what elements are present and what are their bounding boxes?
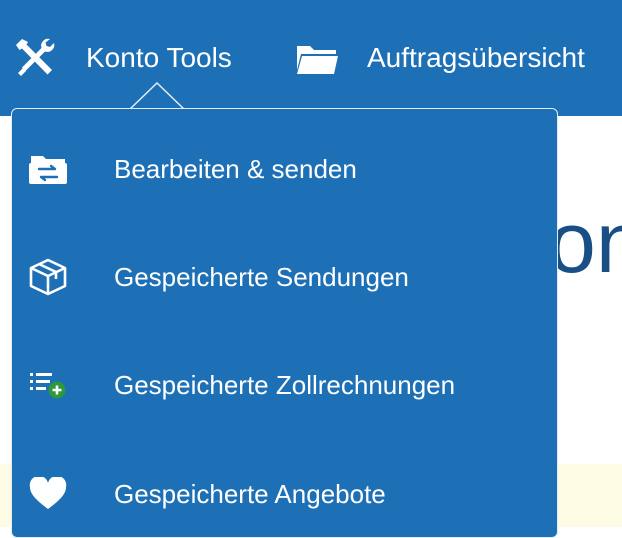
menu-item-bearbeiten-senden[interactable]: Bearbeiten & senden xyxy=(12,139,557,199)
konto-tools-dropdown-menu: Bearbeiten & senden Gespeicherte Sendung… xyxy=(11,108,558,538)
menu-item-gespeicherte-sendungen[interactable]: Gespeicherte Sendungen xyxy=(12,247,557,307)
menu-item-gespeicherte-angebote[interactable]: Gespeicherte Angebote xyxy=(12,464,557,524)
menu-item-label: Gespeicherte Zollrechnungen xyxy=(114,369,456,400)
nav-konto-tools[interactable]: Konto Tools xyxy=(14,0,232,116)
menu-item-label: Bearbeiten & senden xyxy=(114,153,357,184)
top-navigation-bar: Konto Tools Auftragsübersicht xyxy=(0,0,622,116)
menu-item-label: Gespeicherte Sendungen xyxy=(114,261,409,292)
box-icon xyxy=(26,257,70,297)
nav-konto-tools-label: Konto Tools xyxy=(86,42,232,73)
list-add-icon xyxy=(26,365,70,405)
tools-icon xyxy=(14,37,56,79)
menu-item-label: Gespeicherte Angebote xyxy=(114,478,386,509)
edit-send-icon xyxy=(26,149,70,189)
nav-auftragsuebersicht-label: Auftragsübersicht xyxy=(367,42,585,73)
dropdown-caret xyxy=(130,82,184,109)
page-heading: on xyxy=(548,195,622,291)
folder-icon xyxy=(295,40,339,76)
menu-item-gespeicherte-zollrechnungen[interactable]: Gespeicherte Zollrechnungen xyxy=(12,355,557,415)
heart-icon xyxy=(26,474,70,514)
nav-auftragsuebersicht[interactable]: Auftragsübersicht xyxy=(295,0,585,116)
